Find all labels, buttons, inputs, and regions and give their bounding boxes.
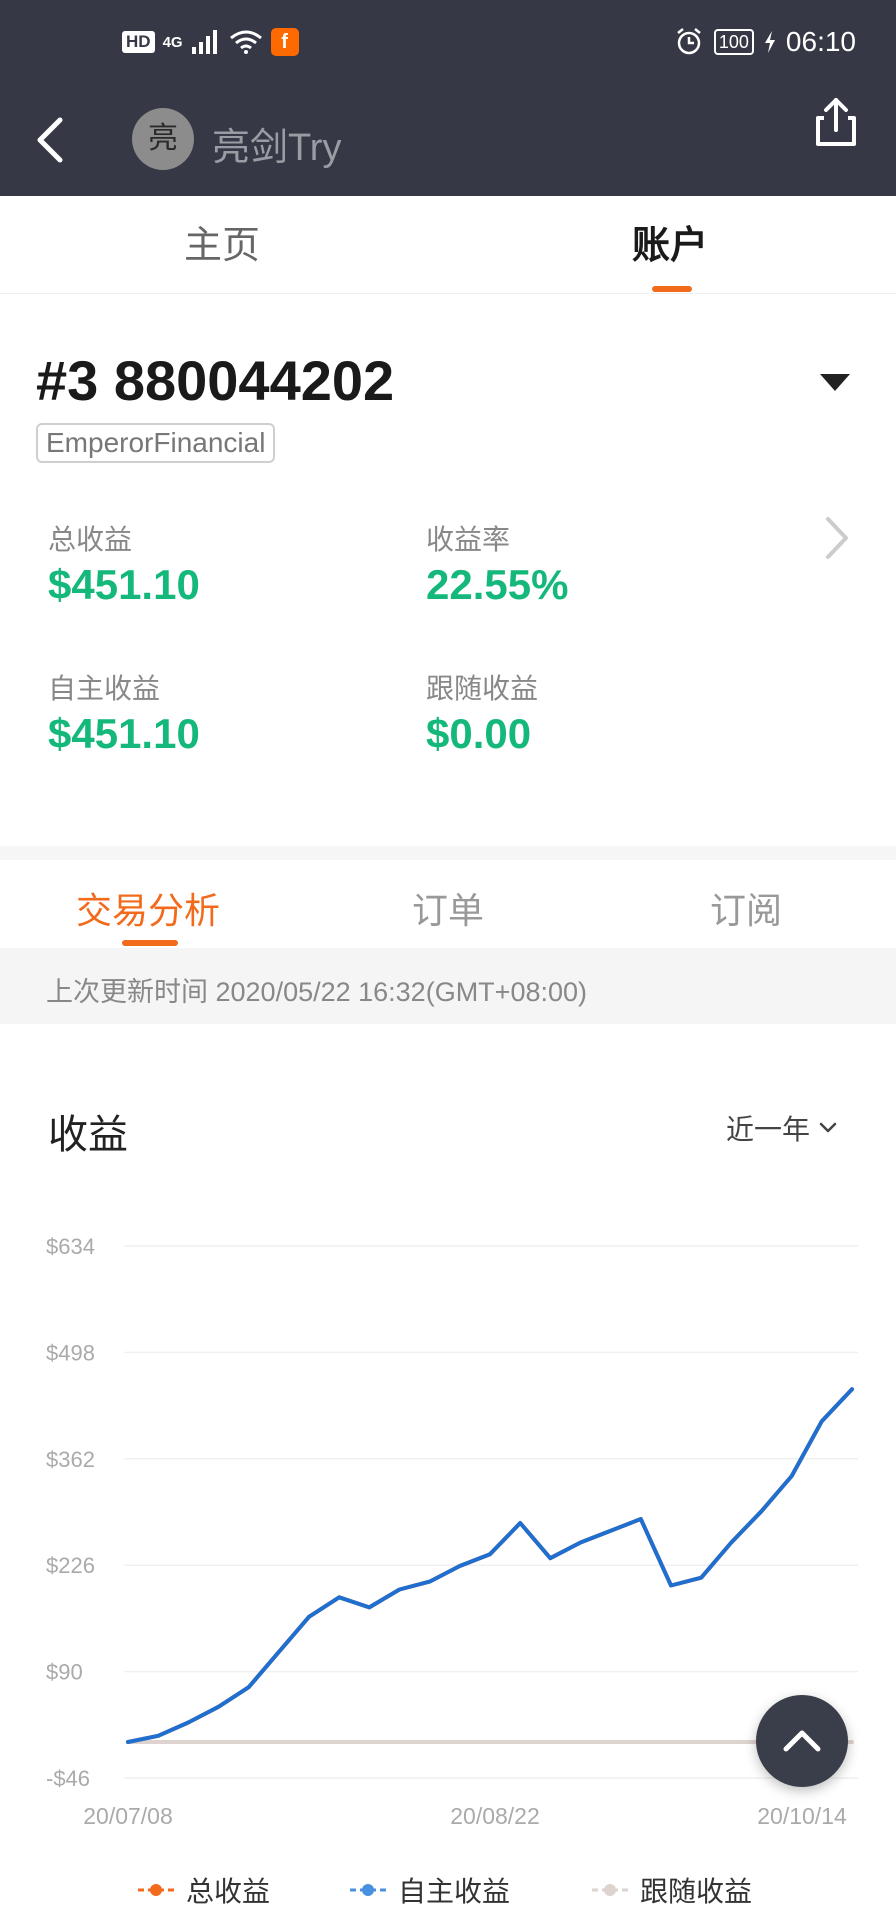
time-range-label: 近一年 bbox=[726, 1114, 811, 1145]
legend-label: 跟随收益 bbox=[640, 1876, 753, 1907]
y-tick-label: -$46 bbox=[46, 1766, 90, 1791]
profit-rate-label: 收益率 bbox=[426, 524, 511, 555]
tab-subscriptions[interactable]: 订阅 bbox=[710, 882, 782, 934]
y-tick-label: $362 bbox=[46, 1447, 95, 1472]
legend-label: 总收益 bbox=[186, 1876, 271, 1907]
clock: 06:10 bbox=[785, 26, 856, 57]
status-left: HD 4G f bbox=[122, 28, 299, 56]
last-updated-text: 上次更新时间 2020/05/22 16:32(GMT+08:00) bbox=[46, 977, 588, 1007]
profit-rate-value: 22.55% bbox=[426, 561, 569, 608]
y-tick-label: $90 bbox=[46, 1660, 83, 1685]
legend-marker-icon bbox=[592, 1884, 628, 1896]
share-icon[interactable] bbox=[806, 92, 866, 156]
tab-orders[interactable]: 订单 bbox=[412, 882, 484, 934]
total-profit-label: 总收益 bbox=[48, 524, 133, 555]
alarm-icon bbox=[677, 28, 701, 55]
legend-label: 自主收益 bbox=[398, 1876, 511, 1907]
y-tick-label: $634 bbox=[46, 1234, 95, 1259]
chart-legend: 总收益 自主收益 跟随收益 bbox=[0, 1862, 896, 1912]
legend-marker-icon bbox=[138, 1884, 174, 1896]
legend-item-follow[interactable]: 跟随收益 bbox=[590, 1870, 752, 1910]
active-subtab-indicator bbox=[122, 940, 178, 946]
back-arrow-icon[interactable] bbox=[30, 112, 78, 168]
user-avatar[interactable]: 亮 bbox=[132, 108, 194, 170]
section-divider bbox=[0, 846, 896, 860]
tab-home[interactable]: 主页 bbox=[184, 214, 260, 269]
nav-row: 亮 亮剑Try bbox=[0, 86, 896, 196]
last-updated-bar: 上次更新时间 2020/05/22 16:32(GMT+08:00) bbox=[0, 948, 896, 1024]
chevron-right-icon[interactable] bbox=[822, 515, 852, 561]
app-notification-icon: f bbox=[270, 28, 299, 56]
user-nickname: 亮剑Try bbox=[212, 127, 342, 169]
legend-item-total[interactable]: 总收益 bbox=[136, 1870, 270, 1910]
broker-tag: EmperorFinancial bbox=[36, 423, 276, 463]
tab-trade-analysis[interactable]: 交易分析 bbox=[76, 882, 220, 934]
signal-icon bbox=[191, 30, 217, 54]
follow-profit-value: $0.00 bbox=[426, 710, 532, 757]
chevron-down-icon bbox=[819, 1122, 837, 1133]
hd-badge: HD bbox=[122, 31, 155, 53]
battery-indicator: 100 bbox=[713, 29, 754, 55]
main-tabs: 主页 账户 bbox=[0, 196, 896, 294]
self-profit-label: 自主收益 bbox=[48, 673, 161, 704]
network-type-label: 4G bbox=[162, 33, 183, 51]
x-tick-label: 20/10/14 bbox=[757, 1803, 847, 1829]
tab-account[interactable]: 账户 bbox=[632, 214, 708, 269]
y-tick-label: $226 bbox=[46, 1553, 95, 1578]
follow-profit-label: 跟随收益 bbox=[426, 673, 539, 704]
x-tick-label: 20/08/22 bbox=[450, 1803, 540, 1829]
sub-tabs: 交易分析 订单 订阅 bbox=[0, 860, 896, 948]
app-header: HD 4G f 100 06:10 亮 亮剑Try bbox=[0, 0, 896, 196]
legend-item-self[interactable]: 自主收益 bbox=[348, 1870, 510, 1910]
legend-marker-icon bbox=[350, 1884, 386, 1896]
total-profit-value: $451.10 bbox=[48, 561, 200, 608]
y-tick-label: $498 bbox=[46, 1340, 95, 1365]
chevron-up-icon bbox=[783, 1730, 821, 1752]
active-tab-indicator bbox=[652, 286, 692, 292]
charging-icon bbox=[764, 31, 775, 53]
account-dropdown-caret-icon[interactable] bbox=[820, 374, 850, 391]
status-bar: HD 4G f 100 06:10 bbox=[0, 0, 896, 86]
time-range-selector[interactable]: 近一年 bbox=[726, 1108, 838, 1148]
wifi-icon bbox=[229, 30, 262, 54]
account-number: #3 880044202 bbox=[36, 349, 395, 412]
status-right: 100 06:10 bbox=[674, 26, 856, 58]
self-profit-value: $451.10 bbox=[48, 710, 200, 757]
chart-title: 收益 bbox=[48, 1113, 128, 1157]
scroll-to-top-button[interactable] bbox=[756, 1695, 848, 1787]
x-tick-label: 20/07/08 bbox=[83, 1803, 173, 1829]
